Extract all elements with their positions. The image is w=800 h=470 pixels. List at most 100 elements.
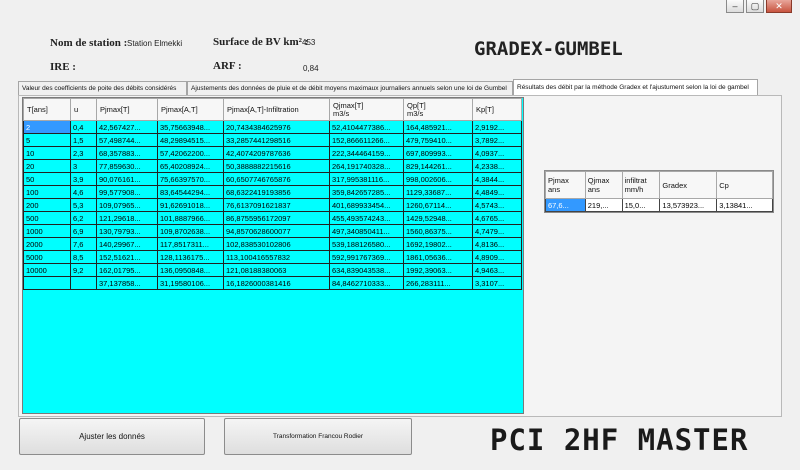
table-cell[interactable]: 200: [23, 198, 71, 212]
table-cell[interactable]: 35,75663948...: [157, 120, 224, 134]
table-cell[interactable]: 86,8755956172097: [223, 211, 330, 225]
table-cell[interactable]: 33,2857441298516: [223, 133, 330, 147]
table-cell[interactable]: 7,6: [70, 237, 97, 251]
table-cell[interactable]: 60,6507746765876: [223, 172, 330, 186]
col-header-pjmax-infiltration[interactable]: Pjmax[A,T]-Infiltration: [223, 98, 330, 121]
table-cell[interactable]: 5: [23, 133, 71, 147]
col-header-kp[interactable]: Kp[T]: [472, 98, 522, 121]
table-cell[interactable]: 52,4104477386...: [329, 120, 404, 134]
table-cell[interactable]: 3,13841...: [716, 198, 773, 212]
table-cell[interactable]: 6,2: [70, 211, 97, 225]
table-cell[interactable]: 121,08188380063: [223, 263, 330, 277]
table-cell[interactable]: 109,07965...: [96, 198, 158, 212]
table-cell[interactable]: 162,01795...: [96, 263, 158, 277]
table-cell[interactable]: 4,2338...: [472, 159, 522, 173]
table-cell[interactable]: 20,7434384625976: [223, 120, 330, 134]
table-cell[interactable]: 94,8570628600077: [223, 224, 330, 238]
results-grid[interactable]: T[ans] u Pjmax[T] Pjmax[A,T] Pjmax[A,T]-…: [22, 97, 524, 414]
col-header-pjmax-ans[interactable]: Pjmax ans: [545, 171, 586, 199]
tab-ajustements[interactable]: Ajustements des données de pluie et de d…: [187, 81, 513, 95]
table-cell[interactable]: 1,5: [70, 133, 97, 147]
table-cell[interactable]: 128,1136175...: [157, 250, 224, 264]
table-cell[interactable]: 4,8909...: [472, 250, 522, 264]
maximize-icon[interactable]: ▢: [746, 0, 764, 13]
table-cell[interactable]: 9,2: [70, 263, 97, 277]
table-cell[interactable]: 102,838530102806: [223, 237, 330, 251]
col-header-qjmax[interactable]: Qjmax[T] m3/s: [329, 98, 404, 121]
col-header-infiltration[interactable]: infiltrat mm/h: [621, 171, 661, 199]
table-cell[interactable]: 401,689933454...: [329, 198, 404, 212]
table-cell[interactable]: 84,8462710333...: [329, 276, 404, 290]
table-cell[interactable]: 65,40208924...: [157, 159, 224, 173]
table-cell[interactable]: 42,4074209787636: [223, 146, 330, 160]
table-cell[interactable]: 67,6...: [545, 198, 586, 212]
table-cell[interactable]: 50,3888882215616: [223, 159, 330, 173]
col-header-pjmax-t[interactable]: Pjmax[T]: [96, 98, 158, 121]
table-cell[interactable]: 479,759410...: [403, 133, 473, 147]
table-cell[interactable]: 50: [23, 172, 71, 186]
table-cell[interactable]: 83,64544294...: [157, 185, 224, 199]
table-row[interactable]: 10 2,3 68,357883... 57,42062200... 42,407420…: [23, 146, 522, 160]
table-cell[interactable]: 121,29618...: [96, 211, 158, 225]
col-header-qp[interactable]: Qp[T] m3/s: [403, 98, 473, 121]
table-cell[interactable]: 3,3107...: [472, 276, 522, 290]
table-cell[interactable]: 634,839043538...: [329, 263, 404, 277]
table-cell[interactable]: 6,9: [70, 224, 97, 238]
table-row[interactable]: 2000 7,6 140,29967... 117,8517311... 102,838…: [23, 237, 522, 251]
table-cell[interactable]: 10: [23, 146, 71, 160]
col-header-qjmax-ans[interactable]: Qjmax ans: [584, 171, 623, 199]
table-cell[interactable]: 4,8136...: [472, 237, 522, 251]
minimize-icon[interactable]: –: [726, 0, 744, 13]
table-cell[interactable]: 4,5743...: [472, 198, 522, 212]
table-cell[interactable]: 152,866611266...: [329, 133, 404, 147]
table-row[interactable]: 50 3,9 90,076161... 75,66397570... 60,650774…: [23, 172, 522, 186]
table-cell[interactable]: 99,577908...: [96, 185, 158, 199]
table-cell[interactable]: 4,7479...: [472, 224, 522, 238]
table-cell[interactable]: 37,137858...: [96, 276, 158, 290]
table-cell[interactable]: 10000: [23, 263, 71, 277]
gradex-summary-grid[interactable]: Pjmax ans Qjmax ans infiltrat mm/h Grade…: [544, 170, 774, 213]
col-header-u[interactable]: u: [70, 98, 97, 121]
table-row[interactable]: 5 1,5 57,498744... 48,29894515... 33,2857441…: [23, 133, 522, 147]
col-header-gradex[interactable]: Gradex: [659, 171, 718, 199]
table-row[interactable]: 1000 6,9 130,79793... 109,8702638... 94,8570…: [23, 224, 522, 238]
table-cell[interactable]: 77,859630...: [96, 159, 158, 173]
table-cell[interactable]: 75,66397570...: [157, 172, 224, 186]
table-cell[interactable]: 8,5: [70, 250, 97, 264]
table-cell[interactable]: 3,7892...: [472, 133, 522, 147]
table-cell[interactable]: 100: [23, 185, 71, 199]
table-cell[interactable]: 42,567427...: [96, 120, 158, 134]
table-cell[interactable]: 1260,67114...: [403, 198, 473, 212]
table-cell[interactable]: 4,6: [70, 185, 97, 199]
table-cell[interactable]: 5000: [23, 250, 71, 264]
table-row[interactable]: 20 3 77,859630... 65,40208924... 50,38888822…: [23, 159, 522, 173]
table-cell[interactable]: 455,493574243...: [329, 211, 404, 225]
table-cell[interactable]: 13,573923...: [659, 198, 718, 212]
table-cell[interactable]: 90,076161...: [96, 172, 158, 186]
table-cell[interactable]: 4,6765...: [472, 211, 522, 225]
table-cell[interactable]: 2,9192...: [472, 120, 522, 134]
table-cell[interactable]: 31,19580106...: [157, 276, 224, 290]
table-cell[interactable]: 57,498744...: [96, 133, 158, 147]
table-cell[interactable]: 0,4: [70, 120, 97, 134]
col-header-pjmax-at[interactable]: Pjmax[A,T]: [157, 98, 224, 121]
table-cell[interactable]: 359,842657285...: [329, 185, 404, 199]
table-cell[interactable]: 117,8517311...: [157, 237, 224, 251]
table-cell[interactable]: 4,9463...: [472, 263, 522, 277]
table-row[interactable]: 37,137858... 31,19580106... 16,18260003814…: [23, 276, 522, 290]
table-cell[interactable]: 15,0...: [621, 198, 661, 212]
table-cell[interactable]: 20: [23, 159, 71, 173]
tab-coefficients[interactable]: Valeur des coefficients de poite des déb…: [18, 81, 187, 95]
table-row[interactable]: 500 6,2 121,29618... 101,8887966... 86,87559…: [23, 211, 522, 225]
table-cell[interactable]: [70, 276, 97, 290]
table-cell[interactable]: 2: [23, 120, 71, 134]
table-row[interactable]: 67,6... 219,... 15,0... 13,573923... 3,13841…: [545, 198, 773, 212]
table-cell[interactable]: 57,42062200...: [157, 146, 224, 160]
table-row[interactable]: 2 0,4 42,567427... 35,75663948... 20,7434384…: [23, 120, 522, 134]
table-row[interactable]: 10000 9,2 162,01795... 136,0950848... 121,08…: [23, 263, 522, 277]
table-cell[interactable]: 68,357883...: [96, 146, 158, 160]
table-cell[interactable]: 500: [23, 211, 71, 225]
table-cell[interactable]: 497,340850411...: [329, 224, 404, 238]
close-icon[interactable]: ✕: [766, 0, 792, 13]
table-cell[interactable]: 998,002606...: [403, 172, 473, 186]
